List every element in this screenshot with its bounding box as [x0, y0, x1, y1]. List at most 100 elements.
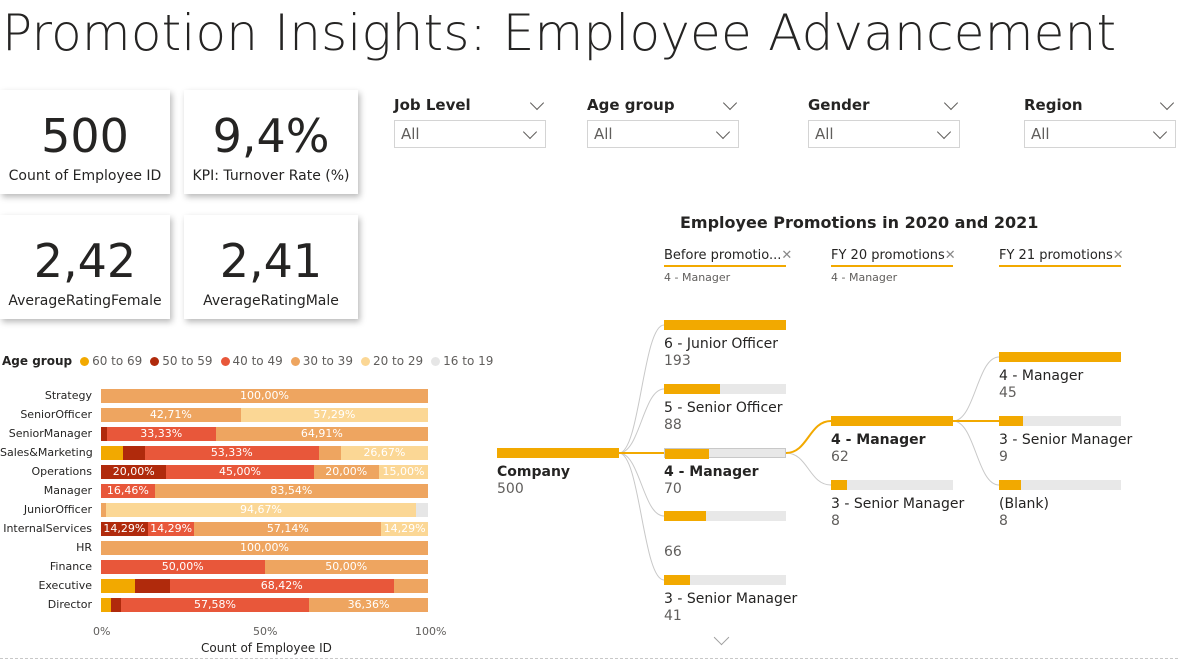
- bar-segment[interactable]: [319, 446, 341, 460]
- tree-node[interactable]: 4 - Manager 45: [999, 352, 1121, 401]
- node-fill: [664, 511, 706, 521]
- x-axis-title: Count of Employee ID: [201, 641, 332, 655]
- chevron-down-icon[interactable]: [1159, 95, 1175, 110]
- chevron-down-icon[interactable]: [722, 95, 738, 110]
- node-fill: [497, 448, 619, 458]
- tree-node[interactable]: 3 - Senior Manager 8: [831, 480, 964, 529]
- bar-segment[interactable]: 15,00%: [378, 465, 428, 479]
- tree-node[interactable]: 6 - Junior Officer 193: [664, 320, 786, 369]
- bar-segment[interactable]: [101, 579, 136, 593]
- node-fill: [665, 449, 709, 459]
- kpi-card-turnover[interactable]: 9,4% KPI: Turnover Rate (%): [184, 90, 358, 194]
- bar-segment[interactable]: [101, 598, 111, 612]
- chart-legend: Age group 60 to 69 50 to 59 40 to 49 30 …: [2, 354, 501, 368]
- bar-segment[interactable]: 57,29%: [240, 408, 428, 422]
- tree-level-fy21[interactable]: FY 21 promotions ✕: [999, 248, 1124, 271]
- bar-segment[interactable]: [135, 579, 170, 593]
- kpi-value: 2,42: [33, 234, 137, 288]
- bar-segment[interactable]: 53,33%: [144, 446, 319, 460]
- kpi-card-rating-female[interactable]: 2,42 AverageRatingFemale: [0, 215, 170, 319]
- bar-segment[interactable]: 16,46%: [101, 484, 155, 498]
- chevron-down-icon[interactable]: [943, 95, 959, 110]
- node-bar: [999, 480, 1121, 490]
- y-axis-label: Sales&Marketing: [0, 446, 93, 459]
- slicer-value: All: [401, 125, 420, 143]
- bar-segment[interactable]: [393, 579, 428, 593]
- tree-node-selected[interactable]: 4 - Manager 62: [831, 416, 953, 465]
- bar-segment[interactable]: 57,58%: [120, 598, 310, 612]
- tree-node-company[interactable]: Company 500: [497, 448, 619, 497]
- scroll-down-icon[interactable]: [713, 629, 730, 646]
- slicer-dropdown[interactable]: All: [1024, 120, 1176, 148]
- legend-dot: [290, 356, 300, 366]
- bar-segment[interactable]: 14,29%: [147, 522, 195, 536]
- node-fill: [999, 352, 1121, 362]
- legend-item[interactable]: 20 to 29: [360, 354, 424, 368]
- bar-segment[interactable]: 14,29%: [101, 522, 148, 536]
- tree-node[interactable]: 66: [664, 511, 786, 560]
- node-label: [664, 527, 786, 543]
- legend-item[interactable]: 16 to 19: [431, 354, 493, 368]
- bar-segment[interactable]: 45,00%: [166, 465, 314, 479]
- bar-segment[interactable]: 26,67%: [340, 446, 429, 460]
- slicer-job-level[interactable]: Job Level All: [394, 94, 546, 148]
- legend-item[interactable]: 30 to 39: [290, 354, 353, 368]
- legend-item[interactable]: 40 to 49: [220, 354, 283, 368]
- bar-segment[interactable]: 64,91%: [215, 427, 428, 441]
- bar-segment[interactable]: [110, 598, 121, 612]
- tree-node[interactable]: 5 - Senior Officer 88: [664, 384, 786, 433]
- bar-segment[interactable]: 20,00%: [313, 465, 379, 479]
- kpi-value: 9,4%: [212, 109, 330, 163]
- tree-level-fy20[interactable]: FY 20 promotions ✕ 4 - Manager: [831, 248, 956, 284]
- slicer-dropdown[interactable]: All: [808, 120, 960, 148]
- chevron-down-icon[interactable]: [529, 95, 545, 110]
- tree-node[interactable]: 3 - Senior Manager 9: [999, 416, 1133, 465]
- slicer-dropdown[interactable]: All: [587, 120, 739, 148]
- node-value: 193: [664, 353, 691, 369]
- kpi-card-rating-male[interactable]: 2,41 AverageRatingMale: [184, 215, 358, 319]
- slicer-dropdown[interactable]: All: [394, 120, 546, 148]
- bar-segment[interactable]: 50,00%: [264, 560, 428, 574]
- tree-node[interactable]: 3 - Senior Manager 41: [664, 575, 797, 624]
- node-value: 8: [999, 513, 1008, 529]
- legend-label: 30 to 39: [302, 354, 353, 368]
- close-icon[interactable]: ✕: [781, 248, 792, 263]
- bar-segment[interactable]: [415, 503, 428, 517]
- legend-label: 20 to 29: [372, 354, 424, 368]
- bar-segment[interactable]: 57,14%: [194, 522, 382, 536]
- tree-node[interactable]: (Blank) 8: [999, 480, 1121, 529]
- bar-segment[interactable]: 83,54%: [154, 484, 428, 498]
- legend-item[interactable]: 60 to 69: [80, 354, 142, 368]
- bar-segment[interactable]: 42,71%: [101, 408, 241, 422]
- legend-label: 50 to 59: [162, 354, 213, 368]
- legend-item[interactable]: 50 to 59: [150, 354, 213, 368]
- kpi-card-count[interactable]: 500 Count of Employee ID: [0, 90, 170, 194]
- bar-segment[interactable]: [122, 446, 145, 460]
- slicer-region[interactable]: Region All: [1024, 94, 1176, 148]
- bar-segment[interactable]: 94,67%: [106, 503, 416, 517]
- active-connector: [785, 420, 832, 454]
- bar-segment[interactable]: [101, 446, 123, 460]
- bar-segment[interactable]: 36,36%: [309, 598, 428, 612]
- bar-segment[interactable]: 100,00%: [101, 541, 428, 555]
- node-label: 4 - Manager: [664, 464, 759, 480]
- bar-segment[interactable]: 68,42%: [169, 579, 394, 593]
- slicer-gender[interactable]: Gender All: [808, 94, 960, 148]
- legend-dot: [220, 356, 230, 366]
- tree-node-selected[interactable]: 4 - Manager 70: [664, 448, 786, 497]
- bar-segment[interactable]: 50,00%: [101, 560, 265, 574]
- node-fill: [831, 416, 953, 426]
- node-label: 3 - Senior Manager: [999, 432, 1133, 448]
- bar-segment[interactable]: 100,00%: [101, 389, 428, 403]
- chevron-down-icon: [936, 124, 952, 139]
- bar-segment[interactable]: 33,33%: [106, 427, 216, 441]
- bar-segment[interactable]: 14,29%: [381, 522, 429, 536]
- slicer-value: All: [594, 125, 613, 143]
- legend-label: 40 to 49: [232, 354, 283, 368]
- bar-segment[interactable]: 20,00%: [101, 465, 167, 479]
- close-icon[interactable]: ✕: [1113, 248, 1124, 263]
- node-bar: [664, 320, 786, 330]
- tree-level-before[interactable]: Before promotio... ✕ 4 - Manager: [664, 248, 792, 284]
- close-icon[interactable]: ✕: [945, 248, 956, 263]
- slicer-age-group[interactable]: Age group All: [587, 94, 739, 148]
